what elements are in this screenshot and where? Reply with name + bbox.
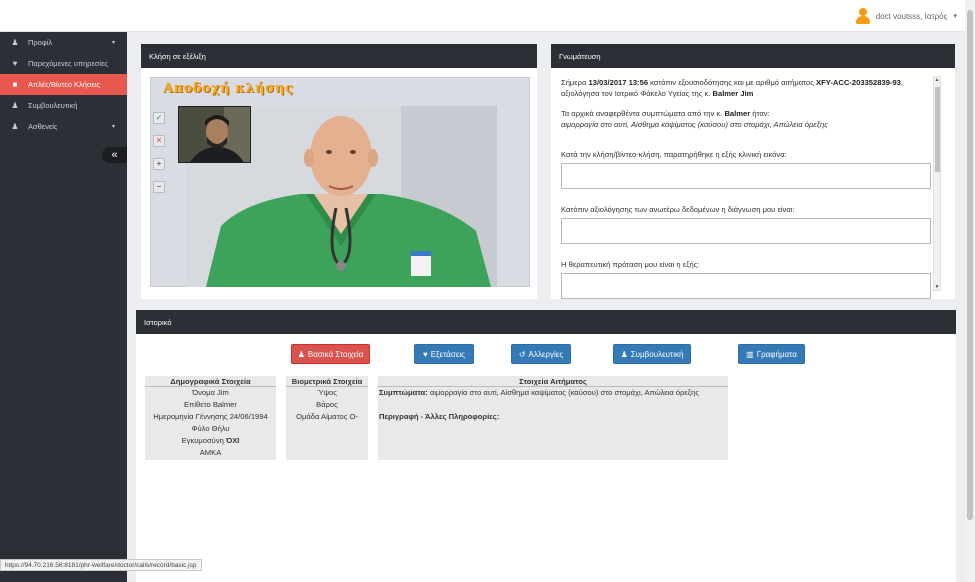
history-panel: Ιστορικό ♟ Βασικά Στοιχεία ♥ Εξετάσεις ↺…: [136, 310, 956, 582]
birth-date: Ημερομηνία Γέννησης 24/06/1994: [153, 412, 268, 421]
allergies-button[interactable]: ↺ Αλλεργίες: [511, 344, 571, 364]
video-camera-icon: ■: [12, 80, 18, 89]
demographic-header: Δημογραφικά Στοιχεία: [145, 376, 276, 387]
sidebar: ♟ Προφίλ ▾ ♥ Παρεχόμενες υπηρεσίες ■ Απλ…: [0, 32, 127, 582]
sidebar-item-profile[interactable]: ♟ Προφίλ ▾: [0, 32, 127, 53]
diagnosis-scrollbar[interactable]: ▲ ▼: [933, 76, 941, 291]
user-name: doct voutsss, Ιατρός: [875, 11, 948, 21]
collapse-sidebar-button[interactable]: «: [102, 147, 127, 163]
user-menu[interactable]: doct voutsss, Ιατρός ▾: [855, 8, 957, 24]
panel-title: Γνωμάτευση: [551, 44, 955, 68]
biometric-header: Βιομετρικά Στοιχεία: [286, 376, 368, 387]
history-icon: ↺: [518, 349, 526, 359]
diagnosis-label: Κατόπιν αξιολόγησης των ανωτέρω δεδομένω…: [561, 205, 795, 214]
request-symptoms: Συμπτώματα: αιμορραγία στο αυτί, Αίσθημα…: [379, 388, 700, 397]
pregnancy: Εγκυμοσύνη ΌΧΙ: [181, 436, 240, 445]
height: Ύψος: [317, 388, 337, 397]
sidebar-item-patients[interactable]: ♟ Ασθενείς ▾: [0, 116, 127, 137]
status-bar-url: https://94.70.216.56:8181/phr-wellfare/d…: [0, 559, 202, 571]
request-description-label: Περιγραφή - Άλλες Πληροφορίες:: [379, 412, 500, 421]
sidebar-item-label: Προφίλ: [28, 38, 53, 47]
accept-call-title[interactable]: Αποδοχή κλήσης: [163, 81, 293, 96]
basic-info-button[interactable]: ♟ Βασικά Στοιχεία: [291, 344, 370, 364]
sidebar-item-label: Συμβουλευτική: [28, 101, 78, 110]
weight: Βάρος: [316, 400, 338, 409]
biometric-box: Βιομετρικά Στοιχεία Ύψος Βάρος Ομάδα Αίμ…: [286, 376, 368, 460]
charts-button[interactable]: ▥ Γραφήματα: [738, 344, 805, 364]
sidebar-item-label: Απλές/Βίντεο Κλήσεις: [28, 80, 101, 89]
surname: Επίθετο Balmer: [184, 400, 237, 409]
first-name: Όνομα Jim: [192, 388, 229, 397]
reject-icon[interactable]: ✕: [153, 135, 165, 147]
reported-symptoms: αιμορραγία στο αυτί, Αίσθημα καψίματος (…: [561, 119, 828, 129]
user-md-icon: ♟: [11, 101, 19, 110]
panel-title: Ιστορικό: [136, 310, 956, 334]
user-avatar-icon: [855, 8, 870, 24]
user-icon: ♟: [11, 38, 19, 47]
video-area: Αποδοχή κλήσης ✓ ✕ + −: [150, 77, 530, 287]
sidebar-item-services[interactable]: ♥ Παρεχόμενες υπηρεσίες: [0, 53, 127, 74]
zoom-out-icon[interactable]: −: [153, 181, 165, 193]
sidebar-item-consulting[interactable]: ♟ Συμβουλευτική: [0, 95, 127, 116]
user-icon: ♟: [297, 349, 305, 359]
clinical-picture-label: Κατά την κλήση/βίντεο-κλήση, παρατηρήθηκ…: [561, 150, 787, 159]
chevron-down-icon: ▾: [111, 40, 115, 46]
blood-type: Ομάδα Αίματος O-: [296, 412, 358, 421]
panel-title: Κλήση σε εξέλιξη: [141, 44, 537, 68]
users-icon: ♟: [11, 122, 19, 131]
request-header: Στοιχεία Αιτήματος: [378, 376, 728, 387]
clinical-picture-textarea[interactable]: [561, 163, 931, 189]
sidebar-item-label: Ασθενείς: [28, 122, 58, 131]
sidebar-item-calls[interactable]: ■ Απλές/Βίντεο Κλήσεις: [0, 74, 127, 95]
heartbeat-icon: ♥: [422, 349, 428, 359]
main-content: Κλήση σε εξέλιξη Αποδοχή κλήσης ✓ ✕ + −: [127, 32, 965, 582]
treatment-label: Η θεραπευτική πρόταση μου είναι η εξής:: [561, 260, 700, 269]
diagnosis-textarea[interactable]: [561, 218, 931, 244]
zoom-in-icon[interactable]: +: [153, 158, 165, 170]
bar-chart-icon: ▥: [746, 349, 754, 359]
call-panel: Κλήση σε εξέλιξη Αποδοχή κλήσης ✓ ✕ + −: [141, 44, 537, 299]
demographic-box: Δημογραφικά Στοιχεία Όνομα Jim Επίθετο B…: [145, 376, 276, 460]
sidebar-item-label: Παρεχόμενες υπηρεσίες: [28, 59, 109, 68]
exams-button[interactable]: ♥ Εξετάσεις: [414, 344, 474, 364]
accept-icon[interactable]: ✓: [153, 112, 165, 124]
diagnosis-intro: Σήμερα 13/03/2017 13:56 κατόπιν εξουσιοδ…: [561, 78, 904, 129]
caret-down-icon: ▾: [953, 13, 957, 20]
chevron-down-icon: ▾: [111, 124, 115, 130]
page-scrollbar[interactable]: [965, 0, 975, 582]
user-md-icon: ♟: [620, 349, 628, 359]
request-box: Στοιχεία Αιτήματος Συμπτώματα: αιμορραγί…: [378, 376, 728, 460]
diagnosis-panel: Γνωμάτευση Σήμερα 13/03/2017 13:56 κατόπ…: [551, 44, 955, 299]
top-bar: doct voutsss, Ιατρός ▾: [0, 0, 975, 32]
treatment-textarea[interactable]: [561, 273, 931, 299]
amka: ΑΜΚΑ: [199, 448, 222, 457]
gender: Φύλο Θήλυ: [191, 424, 230, 433]
consulting-button[interactable]: ♟ Συμβουλευτική: [613, 344, 691, 364]
heart-icon: ♥: [12, 59, 18, 68]
self-video-preview: [178, 106, 251, 163]
diagnosis-body: Σήμερα 13/03/2017 13:56 κατόπιν εξουσιοδ…: [551, 68, 955, 299]
